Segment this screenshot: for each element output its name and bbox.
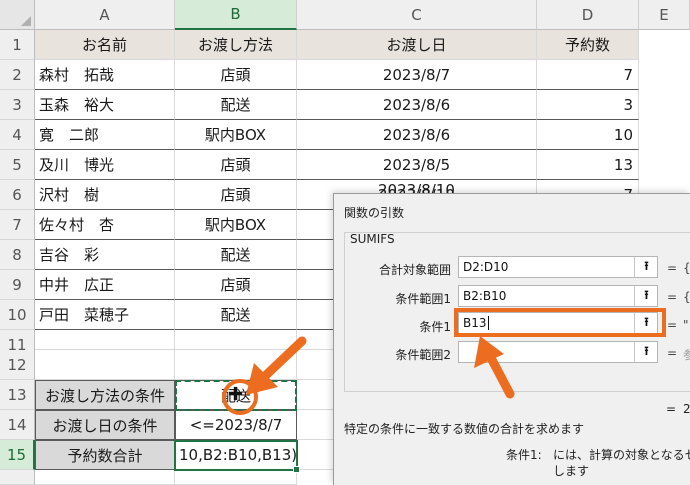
cell-method[interactable]: 配送: [175, 300, 297, 330]
cell-method[interactable]: 駅内BOX: [175, 120, 297, 150]
criteria-total-label[interactable]: 予約数合計: [35, 440, 175, 470]
arg-help-label: 条件1:: [506, 448, 542, 462]
function-description: 特定の条件に一致する数値の合計を求めます: [344, 422, 585, 436]
upload-arrow-icon[interactable]: ⭱: [634, 342, 658, 362]
cell-count[interactable]: 3: [537, 90, 639, 120]
cell-name[interactable]: 寛 二郎: [35, 120, 175, 150]
cell-date[interactable]: 2023/8/6: [297, 90, 537, 120]
function-arguments-dialog: 関数の引数 SUMIFS 合計対象範囲 D2:D10 ⭱ = { 条件範囲1 B…: [333, 193, 690, 485]
cell-method[interactable]: 配送: [175, 240, 297, 270]
upload-arrow-icon[interactable]: ⭱: [634, 257, 658, 277]
arg-input-sum-range[interactable]: D2:D10: [458, 256, 658, 278]
row-header[interactable]: 10: [0, 300, 35, 330]
arg-equals: =: [667, 261, 678, 275]
row-header[interactable]: 7: [0, 210, 35, 240]
row-header[interactable]: 14: [0, 410, 35, 440]
arg-input-criteria-range1[interactable]: B2:B10: [458, 285, 658, 307]
cell-method[interactable]: 店頭: [175, 60, 297, 90]
col-header-d[interactable]: D: [537, 0, 639, 30]
row-header[interactable]: 15: [0, 440, 35, 470]
formula-result-value: 2: [683, 402, 690, 416]
cell-name[interactable]: 佐々村 杏: [35, 210, 175, 240]
empty-cell[interactable]: [297, 410, 337, 440]
row-header[interactable]: 2: [0, 60, 35, 90]
cell-date[interactable]: 2023/8/6: [297, 120, 537, 150]
header-cell-count[interactable]: 予約数: [537, 30, 639, 60]
empty-cell[interactable]: [35, 470, 175, 485]
empty-cell[interactable]: [35, 350, 175, 380]
row-header[interactable]: 1: [0, 30, 35, 60]
cell-method[interactable]: 配送: [175, 90, 297, 120]
col-header-a[interactable]: A: [35, 0, 175, 30]
criteria-date-label[interactable]: お渡し日の条件: [35, 410, 175, 440]
row-header[interactable]: 5: [0, 150, 35, 180]
cell-method[interactable]: 店頭: [175, 270, 297, 300]
empty-cell[interactable]: [297, 440, 337, 470]
cell-date[interactable]: 2023/8/5: [297, 150, 537, 180]
arg-equals: =: [667, 290, 678, 304]
arg-help-text-cont: します: [553, 464, 590, 478]
cell-date[interactable]: [297, 240, 337, 270]
arg-label-criteria-range1: 条件範囲1: [395, 292, 451, 306]
arg-result: 参: [683, 348, 690, 362]
row-header[interactable]: 13: [0, 380, 35, 410]
row-header[interactable]: 12: [0, 350, 35, 380]
row-header[interactable]: 9: [0, 270, 35, 300]
arg-result: ": [683, 318, 689, 332]
col-header-e[interactable]: E: [639, 0, 690, 30]
empty-cell[interactable]: [35, 330, 175, 350]
arg-label-criteria1: 条件1: [419, 320, 451, 334]
row-header[interactable]: 6: [0, 180, 35, 210]
arg-result: {: [683, 261, 690, 275]
orange-arrow-icon: [246, 336, 307, 395]
cell-name[interactable]: 玉森 裕大: [35, 90, 175, 120]
row-header: [0, 470, 35, 485]
arg-equals: =: [667, 318, 678, 332]
cell-name[interactable]: 森村 拓哉: [35, 60, 175, 90]
dialog-title: 関数の引数: [344, 206, 405, 220]
arg-equals: =: [667, 346, 678, 360]
select-all-corner[interactable]: [0, 0, 35, 30]
fill-handle[interactable]: [293, 466, 300, 473]
arg-label-sum-range: 合計対象範囲: [378, 263, 451, 277]
cell-method[interactable]: 店頭: [175, 180, 297, 210]
cell-count[interactable]: 10: [537, 120, 639, 150]
formula-result-equals: =: [666, 402, 677, 416]
criteria-method-label[interactable]: お渡し方法の条件: [35, 380, 175, 410]
cell-date[interactable]: [297, 270, 337, 300]
header-cell-method[interactable]: お渡し方法: [175, 30, 297, 60]
active-cell-border: [174, 440, 298, 471]
col-header-c[interactable]: C: [297, 0, 537, 30]
function-name: SUMIFS: [350, 232, 395, 246]
header-cell-name[interactable]: お名前: [35, 30, 175, 60]
cell-name[interactable]: 戸田 菜穂子: [35, 300, 175, 330]
row-header[interactable]: 4: [0, 120, 35, 150]
cell-name[interactable]: 吉谷 彩: [35, 240, 175, 270]
cell-method[interactable]: 店頭: [175, 150, 297, 180]
cell-name[interactable]: 沢村 樹: [35, 180, 175, 210]
cell-name[interactable]: 及川 博光: [35, 150, 175, 180]
cell-date-peek: 2023/8/10: [378, 181, 455, 193]
cell-date[interactable]: [297, 300, 337, 330]
cell-count[interactable]: 13: [537, 150, 639, 180]
header-cell-date[interactable]: お渡し日: [297, 30, 537, 60]
arg-help-text: には、計算の対象となるセルを: [553, 448, 690, 462]
cell-method[interactable]: 駅内BOX: [175, 210, 297, 240]
arg-result: {: [683, 290, 690, 304]
col-header-b[interactable]: B: [175, 0, 297, 30]
cell-date[interactable]: 2023/8/7: [297, 60, 537, 90]
orange-arrow-icon: [474, 336, 515, 399]
cell-count[interactable]: 7: [537, 60, 639, 90]
row-header[interactable]: 3: [0, 90, 35, 120]
arg-label-criteria-range2: 条件範囲2: [395, 348, 451, 362]
row-header[interactable]: 8: [0, 240, 35, 270]
cell-name[interactable]: 中井 広正: [35, 270, 175, 300]
upload-arrow-icon[interactable]: ⭱: [634, 286, 658, 306]
empty-cell[interactable]: [175, 470, 297, 485]
